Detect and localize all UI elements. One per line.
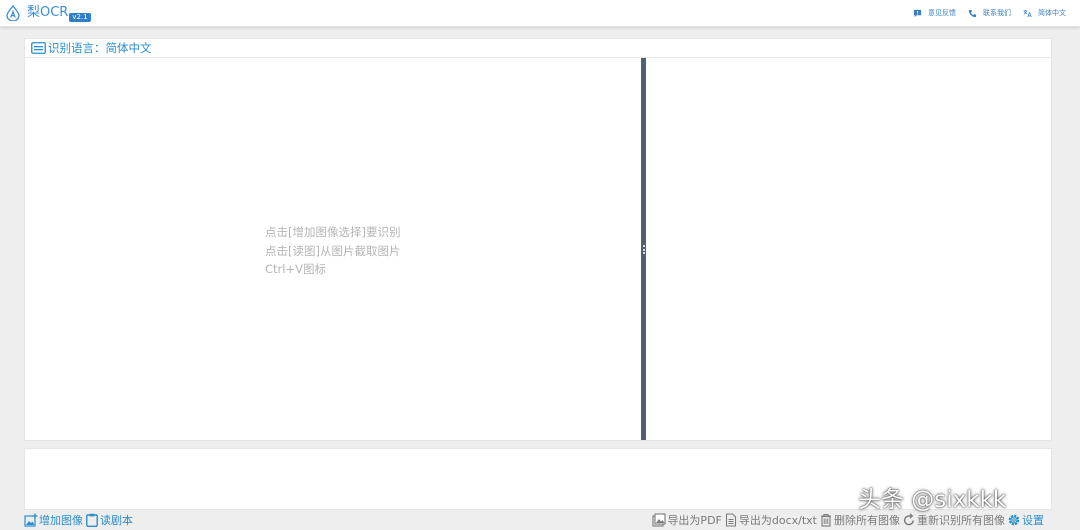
settings-button[interactable]: 设置 xyxy=(1007,512,1044,528)
watermark: 头条 @sixkkk xyxy=(858,487,1007,513)
recognition-language-bar[interactable]: 识别语言：简体中文 xyxy=(24,38,1052,57)
feedback-link[interactable]: 意见反馈 xyxy=(913,8,956,18)
translate-icon xyxy=(1023,9,1032,17)
toolbar-left: 增加图像 读剧本 xyxy=(24,512,135,528)
settings-label: 设置 xyxy=(1022,514,1044,527)
export-pdf-label: 导出为PDF xyxy=(667,514,722,527)
header-links: 意见反馈 联系我们 简体中文 xyxy=(901,8,1066,18)
main-panel: 点击[增加图像选择]要识别 点击[读图]从图片截取图片 Ctrl+V图标 xyxy=(24,57,1052,441)
trash-icon xyxy=(821,513,831,527)
language-switch-link[interactable]: 简体中文 xyxy=(1023,8,1066,18)
delete-all-images-label: 删除所有图像 xyxy=(834,514,900,527)
feedback-label: 意见反馈 xyxy=(928,9,956,17)
version-badge: v2.1 xyxy=(69,12,91,22)
empty-hints: 点击[增加图像选择]要识别 点击[读图]从图片截取图片 Ctrl+V图标 xyxy=(265,223,400,279)
a-drop-logo-icon xyxy=(6,5,20,21)
delete-all-images-button[interactable]: 删除所有图像 xyxy=(819,512,900,528)
add-image-button[interactable]: 增加图像 xyxy=(24,512,83,528)
keyboard-icon xyxy=(31,42,46,54)
contact-link[interactable]: 联系我们 xyxy=(968,8,1011,18)
re-recognize-all-label: 重新识别所有图像 xyxy=(917,514,1005,527)
clipboard-icon xyxy=(86,513,98,527)
recognition-language-label: 识别语言：简体中文 xyxy=(48,41,152,55)
export-pdf-button[interactable]: 导出为PDF xyxy=(652,512,722,528)
feedback-icon xyxy=(913,9,922,17)
add-image-label: 增加图像 xyxy=(39,514,83,527)
result-text-pane[interactable] xyxy=(646,58,1051,440)
export-docx-button[interactable]: 导出为docx/txt xyxy=(724,512,817,528)
read-clipboard-label: 读剧本 xyxy=(100,514,133,527)
image-drop-pane[interactable]: 点击[增加图像选择]要识别 点击[读图]从图片截取图片 Ctrl+V图标 xyxy=(25,58,641,440)
hint-line: 点击[增加图像选择]要识别 xyxy=(265,225,401,239)
toolbar-right: 导出为PDF 导出为docx/txt 删除所有图像 重新识别所有图像 设置 xyxy=(650,512,1044,528)
export-pdf-icon xyxy=(652,513,666,527)
hint-line: Ctrl+V图标 xyxy=(265,262,326,276)
add-image-icon xyxy=(24,513,38,527)
app-name: 梨OCR xyxy=(27,5,69,20)
brand[interactable]: 梨OCR v2.1 xyxy=(5,5,91,22)
language-switch-label: 简体中文 xyxy=(1038,9,1066,17)
splitter-grip-icon[interactable] xyxy=(642,245,645,254)
top-bar: 梨OCR v2.1 意见反馈 联系我们 简体中文 xyxy=(0,0,1080,27)
contact-label: 联系我们 xyxy=(983,9,1011,17)
read-clipboard-button[interactable]: 读剧本 xyxy=(85,512,133,528)
phone-icon xyxy=(968,9,977,17)
refresh-icon xyxy=(903,513,914,526)
hint-line: 点击[读图]从图片截取图片 xyxy=(265,243,401,258)
re-recognize-all-button[interactable]: 重新识别所有图像 xyxy=(902,512,1005,528)
document-icon xyxy=(725,513,736,527)
export-docx-label: 导出为docx/txt xyxy=(738,514,817,527)
gear-icon xyxy=(1008,514,1020,526)
